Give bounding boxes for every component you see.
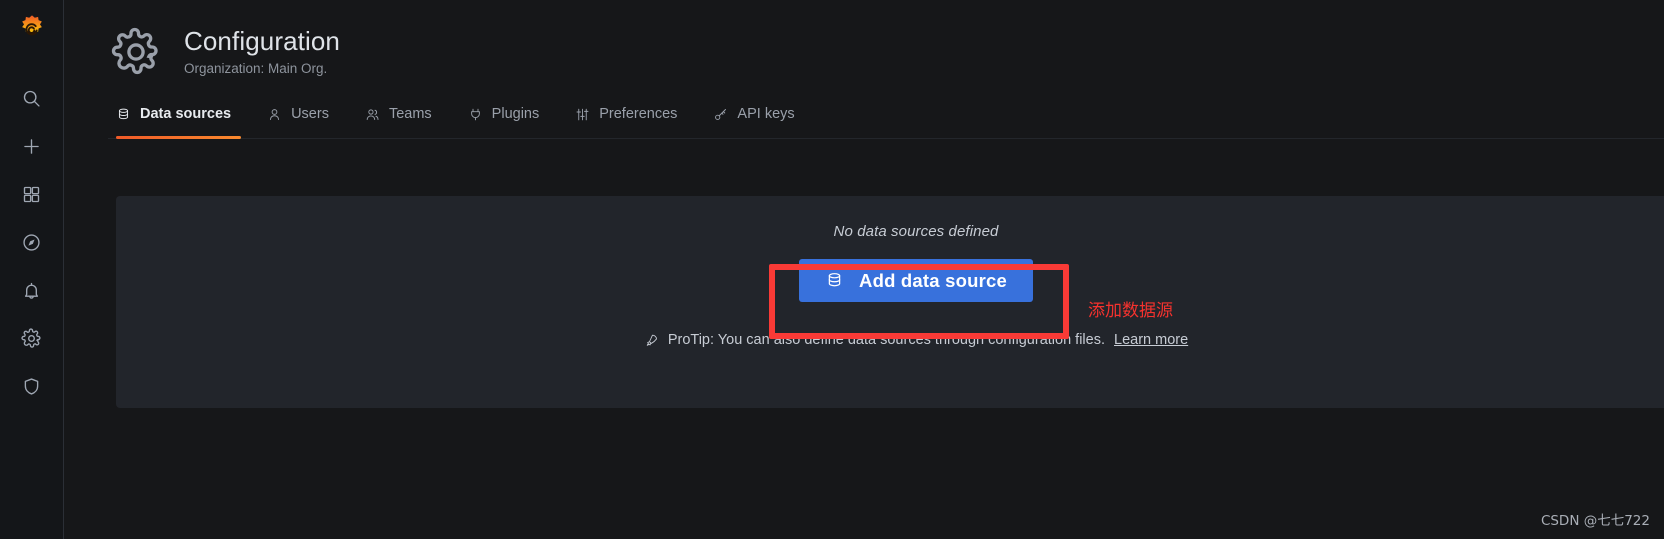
sidebar-item-configuration[interactable] bbox=[0, 314, 64, 362]
nav-icon-list bbox=[0, 58, 63, 410]
tab-users[interactable]: Users bbox=[249, 101, 347, 138]
user-icon bbox=[270, 108, 280, 120]
search-icon bbox=[23, 90, 40, 107]
add-data-source-button[interactable]: Add data source bbox=[799, 259, 1033, 302]
annotation-note-text: 添加数据源 bbox=[1088, 301, 1173, 321]
add-data-source-label: Add data source bbox=[859, 269, 1007, 291]
tab-label: Preferences bbox=[599, 106, 678, 122]
page-header: Configuration Organization: Main Org. bbox=[108, 0, 1664, 80]
protip-text: ProTip: You can also define data sources… bbox=[644, 332, 1188, 348]
gear-icon bbox=[21, 327, 41, 348]
sliders-icon bbox=[576, 108, 589, 120]
watermark: CSDN @七七722 bbox=[1540, 513, 1650, 529]
tab-label: API keys bbox=[737, 106, 795, 122]
grafana-configuration-page: Configuration Organization: Main Org. Da… bbox=[0, 0, 1664, 539]
key-icon bbox=[715, 108, 727, 120]
gear-icon bbox=[111, 27, 158, 75]
tab-label: Plugins bbox=[491, 106, 540, 122]
tab-api-keys[interactable]: API keys bbox=[695, 101, 812, 138]
plus-icon bbox=[24, 138, 39, 154]
page-title-group: Configuration Organization: Main Org. bbox=[184, 25, 340, 77]
database-icon bbox=[828, 273, 841, 287]
configuration-tab-bar: Data sources Users Teams Plugins Prefere… bbox=[108, 102, 1664, 139]
tab-label: Data sources bbox=[140, 106, 232, 122]
sidebar-item-dashboards[interactable] bbox=[0, 170, 64, 218]
tab-plugins[interactable]: Plugins bbox=[450, 101, 558, 138]
tab-label: Teams bbox=[388, 106, 432, 122]
grafana-logo bbox=[21, 15, 42, 36]
tab-preferences[interactable]: Preferences bbox=[557, 101, 695, 138]
bell-icon bbox=[24, 282, 39, 299]
compass-icon bbox=[23, 233, 40, 251]
tab-teams[interactable]: Teams bbox=[347, 101, 450, 138]
learn-more-link[interactable]: Learn more bbox=[1114, 332, 1188, 348]
protip-message: ProTip: You can also define data sources… bbox=[667, 332, 1105, 348]
rocket-icon bbox=[646, 334, 657, 346]
sidebar-item-explore[interactable] bbox=[0, 218, 64, 266]
users-icon bbox=[366, 108, 379, 120]
plug-icon bbox=[470, 108, 480, 120]
grafana-logo-link[interactable] bbox=[0, 0, 63, 58]
add-data-source-wrap: Add data source bbox=[799, 259, 1033, 302]
data-sources-empty-panel: No data sources defined Add data source … bbox=[116, 196, 1664, 408]
dashboards-grid-icon bbox=[23, 186, 40, 202]
sidebar-item-create[interactable] bbox=[0, 122, 64, 170]
shield-icon bbox=[24, 377, 39, 395]
page-header-icon-wrap bbox=[108, 24, 164, 80]
empty-state-message: No data sources defined bbox=[833, 223, 999, 240]
sidebar-item-alerting[interactable] bbox=[0, 266, 64, 314]
tab-label: Users bbox=[291, 106, 329, 122]
sidebar-item-server-admin[interactable] bbox=[0, 362, 64, 410]
main-nav-sidebar bbox=[0, 0, 64, 539]
sidebar-item-search[interactable] bbox=[0, 74, 64, 122]
page-title: Configuration bbox=[184, 25, 340, 56]
page-subtitle: Organization: Main Org. bbox=[184, 60, 328, 76]
database-icon bbox=[118, 108, 129, 119]
tab-data-sources[interactable]: Data sources bbox=[108, 101, 249, 139]
